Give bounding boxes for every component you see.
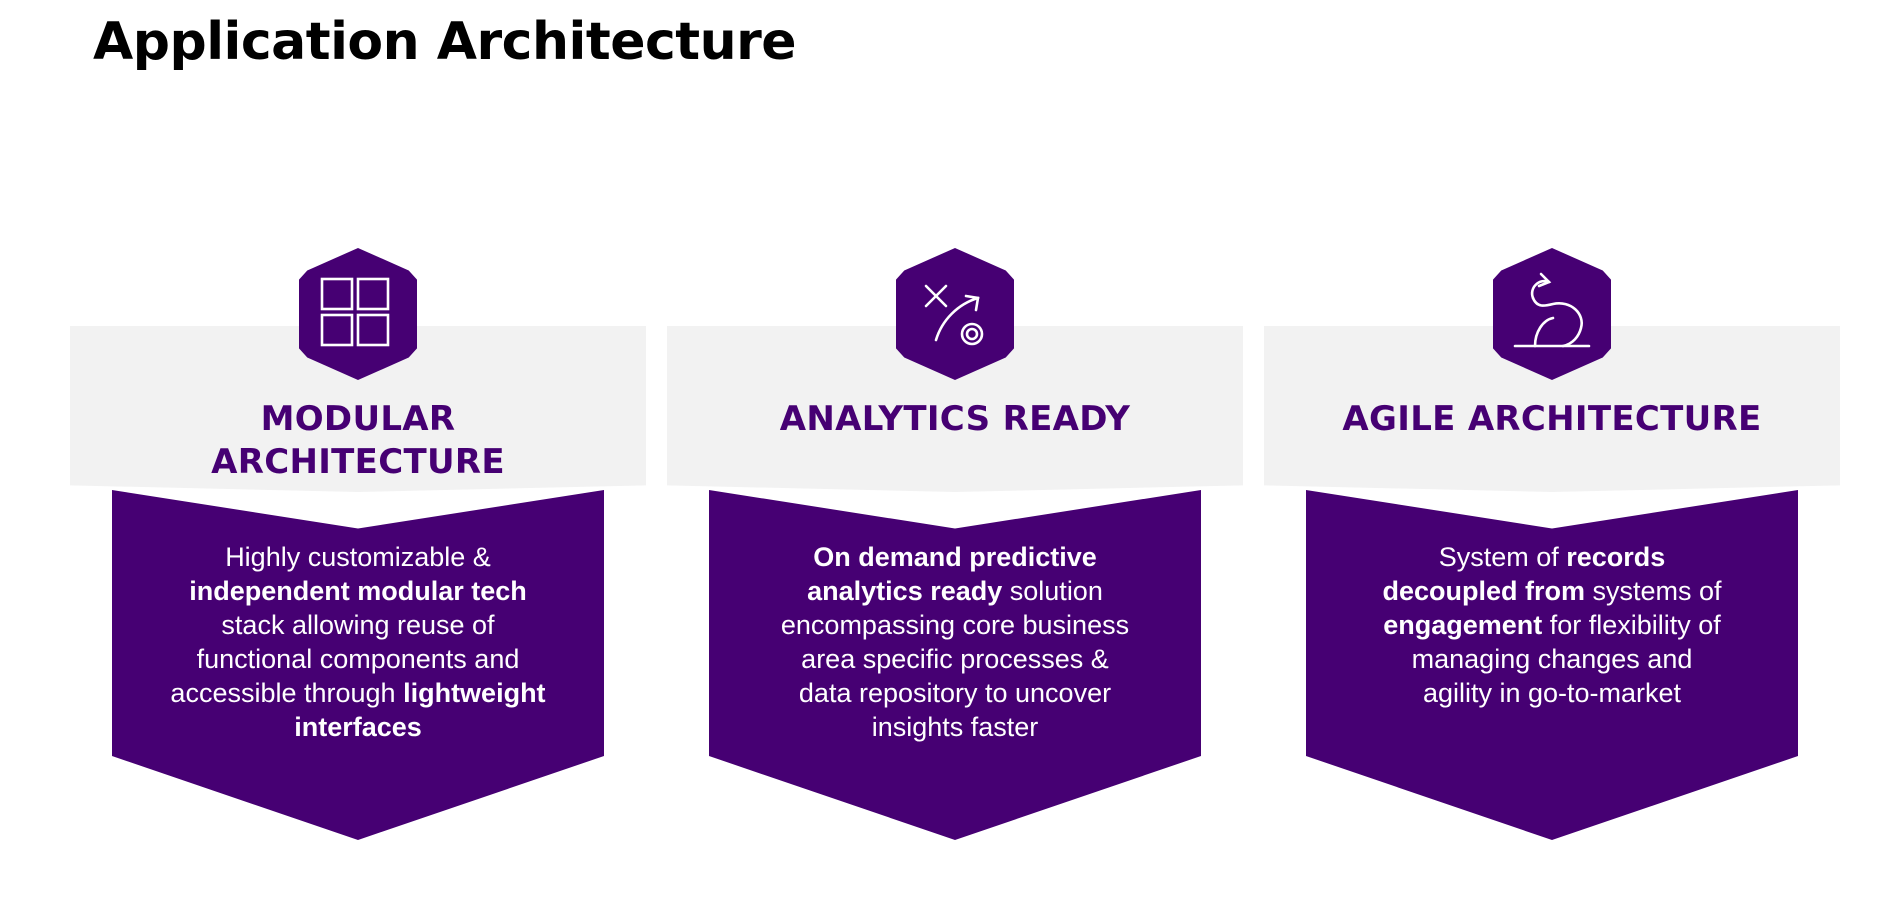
text-run: encompassing core business (780, 610, 1130, 640)
text-run: managing changes and (1411, 644, 1693, 674)
text-run: functional components and (196, 644, 520, 674)
text-run: Highly customizable & (225, 542, 491, 572)
text-run-bold: decoupled from (1382, 576, 1585, 606)
card-agile-architecture: AGILE ARCHITECTURE System of records dec… (1264, 248, 1840, 840)
strategy-play-icon (924, 284, 984, 346)
card-title-line: ANALYTICS READY (779, 399, 1131, 439)
text-run: data repository to uncover (798, 678, 1112, 708)
agile-cycle-icon (1513, 272, 1591, 348)
card-modular-architecture: MODULAR ARCHITECTURE Highly customizable… (70, 248, 646, 840)
text-run: accessible through (170, 678, 396, 708)
text-run: solution (1009, 576, 1103, 606)
hexagon-badge (1493, 248, 1611, 380)
card-title-line: ARCHITECTURE (211, 442, 505, 482)
grid-icon (320, 277, 390, 347)
text-run: agility in go-to-market (1422, 678, 1682, 708)
card-title-line: AGILE ARCHITECTURE (1342, 399, 1762, 439)
card-title: AGILE ARCHITECTURE (1292, 398, 1812, 441)
text-run-bold: analytics ready (807, 576, 1003, 606)
hexagon-badge (299, 248, 417, 380)
text-run-bold: engagement (1383, 610, 1543, 640)
card-description: Highly customizable & independent modula… (132, 540, 584, 744)
hexagon-badge (896, 248, 1014, 380)
text-run: System of (1438, 542, 1559, 572)
card-title: MODULAR ARCHITECTURE (98, 398, 618, 484)
text-run: stack allowing reuse of (221, 610, 495, 640)
text-run-bold: On demand predictive (813, 542, 1097, 572)
text-run-bold: records (1566, 542, 1666, 572)
text-run: insights faster (871, 712, 1039, 742)
card-description: System of records decoupled from systems… (1326, 540, 1778, 710)
text-run-bold: lightweight (403, 678, 546, 708)
card-description: On demand predictive analytics ready sol… (729, 540, 1181, 744)
card-title: ANALYTICS READY (695, 398, 1215, 441)
text-run: area specific processes & (801, 644, 1109, 674)
text-run: for flexibility of (1549, 610, 1721, 640)
card-analytics-ready: ANALYTICS READY On demand predictive ana… (667, 248, 1243, 840)
page-title: Application Architecture (93, 12, 797, 72)
text-run-bold: interfaces (294, 712, 422, 742)
text-run: systems of (1592, 576, 1722, 606)
card-title-line: MODULAR (260, 399, 456, 439)
text-run-bold: independent modular tech (189, 576, 527, 606)
